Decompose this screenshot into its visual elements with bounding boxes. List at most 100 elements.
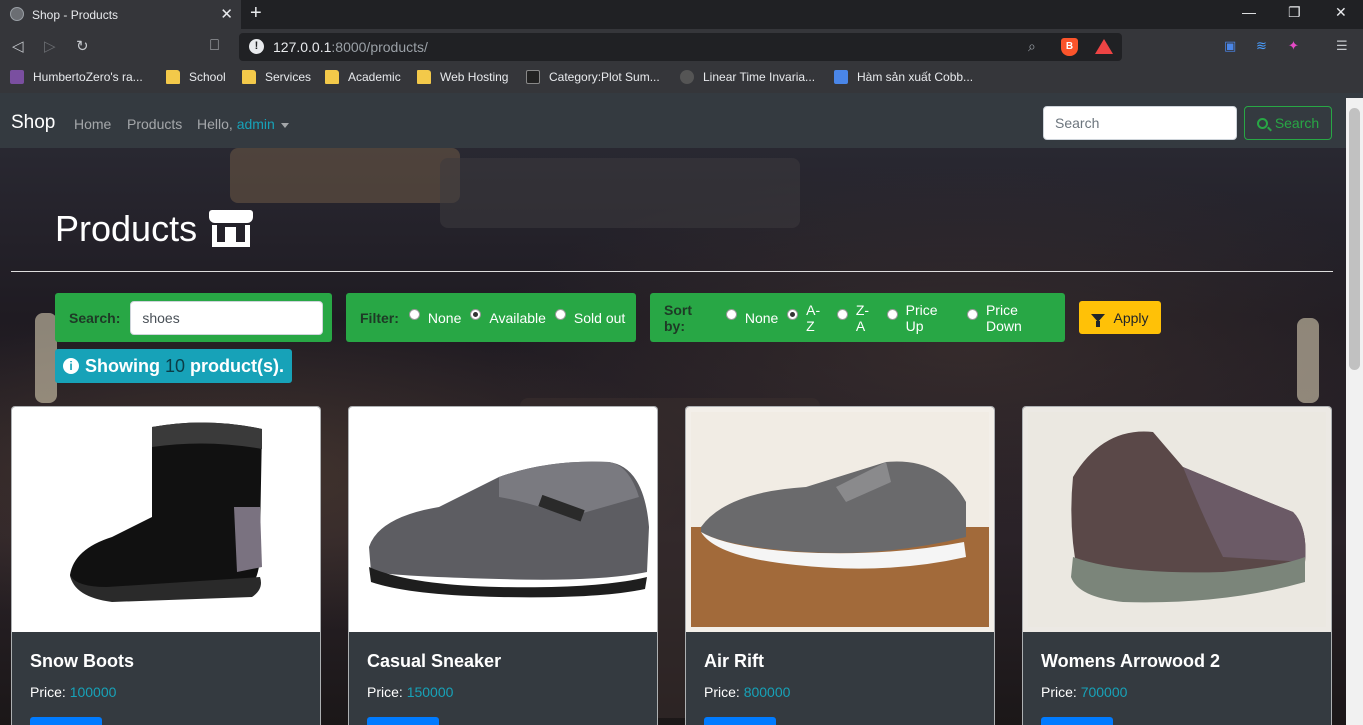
radio-icon [967, 309, 978, 320]
scrollbar-thumb[interactable] [1349, 108, 1360, 370]
bookmark-icon[interactable]: ⎕ [210, 37, 219, 54]
tab-title: Shop - Products [32, 7, 119, 22]
info-icon: i [63, 358, 79, 374]
bookmarks-bar: HumbertoZero's ra... School Services Aca… [0, 65, 1363, 93]
bookmark-item[interactable]: HumbertoZero's ra... [10, 70, 143, 84]
store-icon [209, 210, 254, 248]
product-name[interactable]: Air Rift [704, 651, 764, 672]
new-tab-icon[interactable]: + [250, 2, 262, 25]
close-icon[interactable]: ✕ [220, 5, 233, 23]
product-card[interactable]: Casual Sneaker Price: 150000 [348, 406, 658, 725]
filter-option-available[interactable]: Available [470, 309, 546, 326]
product-name[interactable]: Casual Sneaker [367, 651, 501, 672]
product-action-button[interactable] [30, 717, 102, 725]
product-price: Price: 700000 [1041, 684, 1128, 700]
radio-icon [554, 309, 566, 320]
filter-icon [1091, 313, 1106, 327]
restore-icon[interactable]: ❐ [1288, 4, 1301, 21]
bookmark-item[interactable]: School [166, 70, 226, 84]
folder-icon [166, 70, 180, 84]
navbar-search-button[interactable]: Search [1244, 106, 1332, 140]
browser-toolbar: ◁ ▷ ↻ ⎕ ! 127.0.0.1:8000/products/ ⌕ B ▣… [0, 29, 1363, 65]
radio-selected-icon [470, 309, 482, 320]
sort-option-z-a[interactable]: Z-A [837, 302, 878, 334]
page-viewport: Shop Home Products Hello, admin Search P… [0, 98, 1346, 725]
site-info-icon[interactable]: ! [249, 39, 264, 54]
page-scrollbar[interactable] [1346, 98, 1363, 725]
product-image[interactable] [1023, 407, 1331, 632]
translate-icon[interactable]: ▣ [1224, 38, 1236, 54]
product-image[interactable] [12, 407, 320, 632]
bookmark-item[interactable]: Academic [325, 70, 401, 84]
radio-icon [725, 309, 737, 320]
folder-icon [325, 70, 339, 84]
back-icon[interactable]: ◁ [12, 37, 24, 55]
reload-icon[interactable]: ↻ [76, 37, 89, 55]
address-bar[interactable]: ! 127.0.0.1:8000/products/ ⌕ B [239, 33, 1122, 61]
background-decoration [230, 148, 460, 203]
forward-icon[interactable]: ▷ [44, 37, 56, 55]
result-count-badge: i Showing 10 product(s). [55, 349, 293, 383]
product-action-button[interactable] [704, 717, 776, 725]
product-action-button[interactable] [367, 717, 439, 725]
product-card[interactable]: Air Rift Price: 800000 [685, 406, 995, 725]
navbar-search-input[interactable] [1043, 106, 1237, 140]
search-label: Search: [69, 309, 121, 326]
color-extension-icon[interactable]: ✦ [1288, 38, 1299, 54]
divider [11, 271, 1333, 272]
rewards-icon[interactable] [1095, 39, 1113, 54]
doc-icon [834, 70, 848, 84]
sort-option-a-z[interactable]: A-Z [787, 302, 828, 334]
apply-button[interactable]: Apply [1079, 301, 1161, 334]
search-icon [1256, 117, 1268, 129]
wiki-icon [526, 70, 540, 84]
radio-icon [408, 309, 420, 320]
sort-option-price-up[interactable]: Price Up [886, 302, 958, 334]
candle-decoration [1297, 318, 1319, 403]
bookmark-item[interactable]: Services [242, 70, 311, 84]
folder-icon [417, 70, 431, 84]
sort-label: Sort by: [664, 301, 692, 334]
product-price: Price: 800000 [704, 684, 791, 700]
browser-tab-bar: Shop - Products ✕ + — ❐ ✕ [0, 0, 1363, 29]
minimize-icon[interactable]: — [1242, 4, 1256, 20]
product-action-button[interactable] [1041, 717, 1113, 725]
sort-option-none[interactable]: None [725, 309, 778, 326]
menu-icon[interactable]: ☰ [1336, 38, 1348, 54]
filter-option-none[interactable]: None [408, 309, 461, 326]
nav-products-link[interactable]: Products [127, 116, 182, 132]
globe-icon [10, 7, 24, 21]
filter-option-sold-out[interactable]: Sold out [554, 309, 625, 326]
page-title: Products [55, 208, 254, 250]
bookmark-item[interactable]: Hàm sản xuất Cobb... [834, 70, 973, 84]
availability-filter-box: Filter: None Available Sold out [346, 293, 636, 342]
product-price: Price: 100000 [30, 684, 117, 700]
bookmark-item[interactable]: Web Hosting [417, 70, 508, 84]
product-image[interactable] [349, 407, 657, 632]
nav-home-link[interactable]: Home [74, 116, 111, 132]
product-price: Price: 150000 [367, 684, 454, 700]
product-image[interactable] [686, 407, 994, 632]
candle-decoration [35, 313, 57, 403]
zoom-icon[interactable]: ⌕ [1028, 38, 1036, 55]
product-card[interactable]: Womens Arrowood 2 Price: 700000 [1022, 406, 1332, 725]
radio-icon [837, 309, 848, 320]
wifi-icon[interactable]: ≋ [1256, 38, 1267, 54]
sort-option-price-down[interactable]: Price Down [967, 302, 1056, 334]
search-filter-box: Search: [55, 293, 332, 342]
url-text[interactable]: 127.0.0.1:8000/products/ [273, 39, 428, 55]
browser-tab-active[interactable]: Shop - Products ✕ [0, 0, 241, 29]
product-card[interactable]: Snow Boots Price: 100000 [11, 406, 321, 725]
globe-icon [680, 70, 694, 84]
user-dropdown[interactable]: Hello, admin [197, 116, 289, 132]
product-name[interactable]: Snow Boots [30, 651, 134, 672]
avatar-icon [10, 70, 24, 84]
radio-selected-icon [787, 309, 799, 320]
close-window-icon[interactable]: ✕ [1335, 4, 1347, 21]
product-name[interactable]: Womens Arrowood 2 [1041, 651, 1220, 672]
product-search-input[interactable] [130, 300, 324, 335]
bookmark-item[interactable]: Category:Plot Sum... [526, 70, 660, 84]
brave-shield-icon[interactable]: B [1061, 38, 1078, 56]
bookmark-item[interactable]: Linear Time Invaria... [680, 70, 815, 84]
brand-logo[interactable]: Shop [11, 112, 55, 134]
